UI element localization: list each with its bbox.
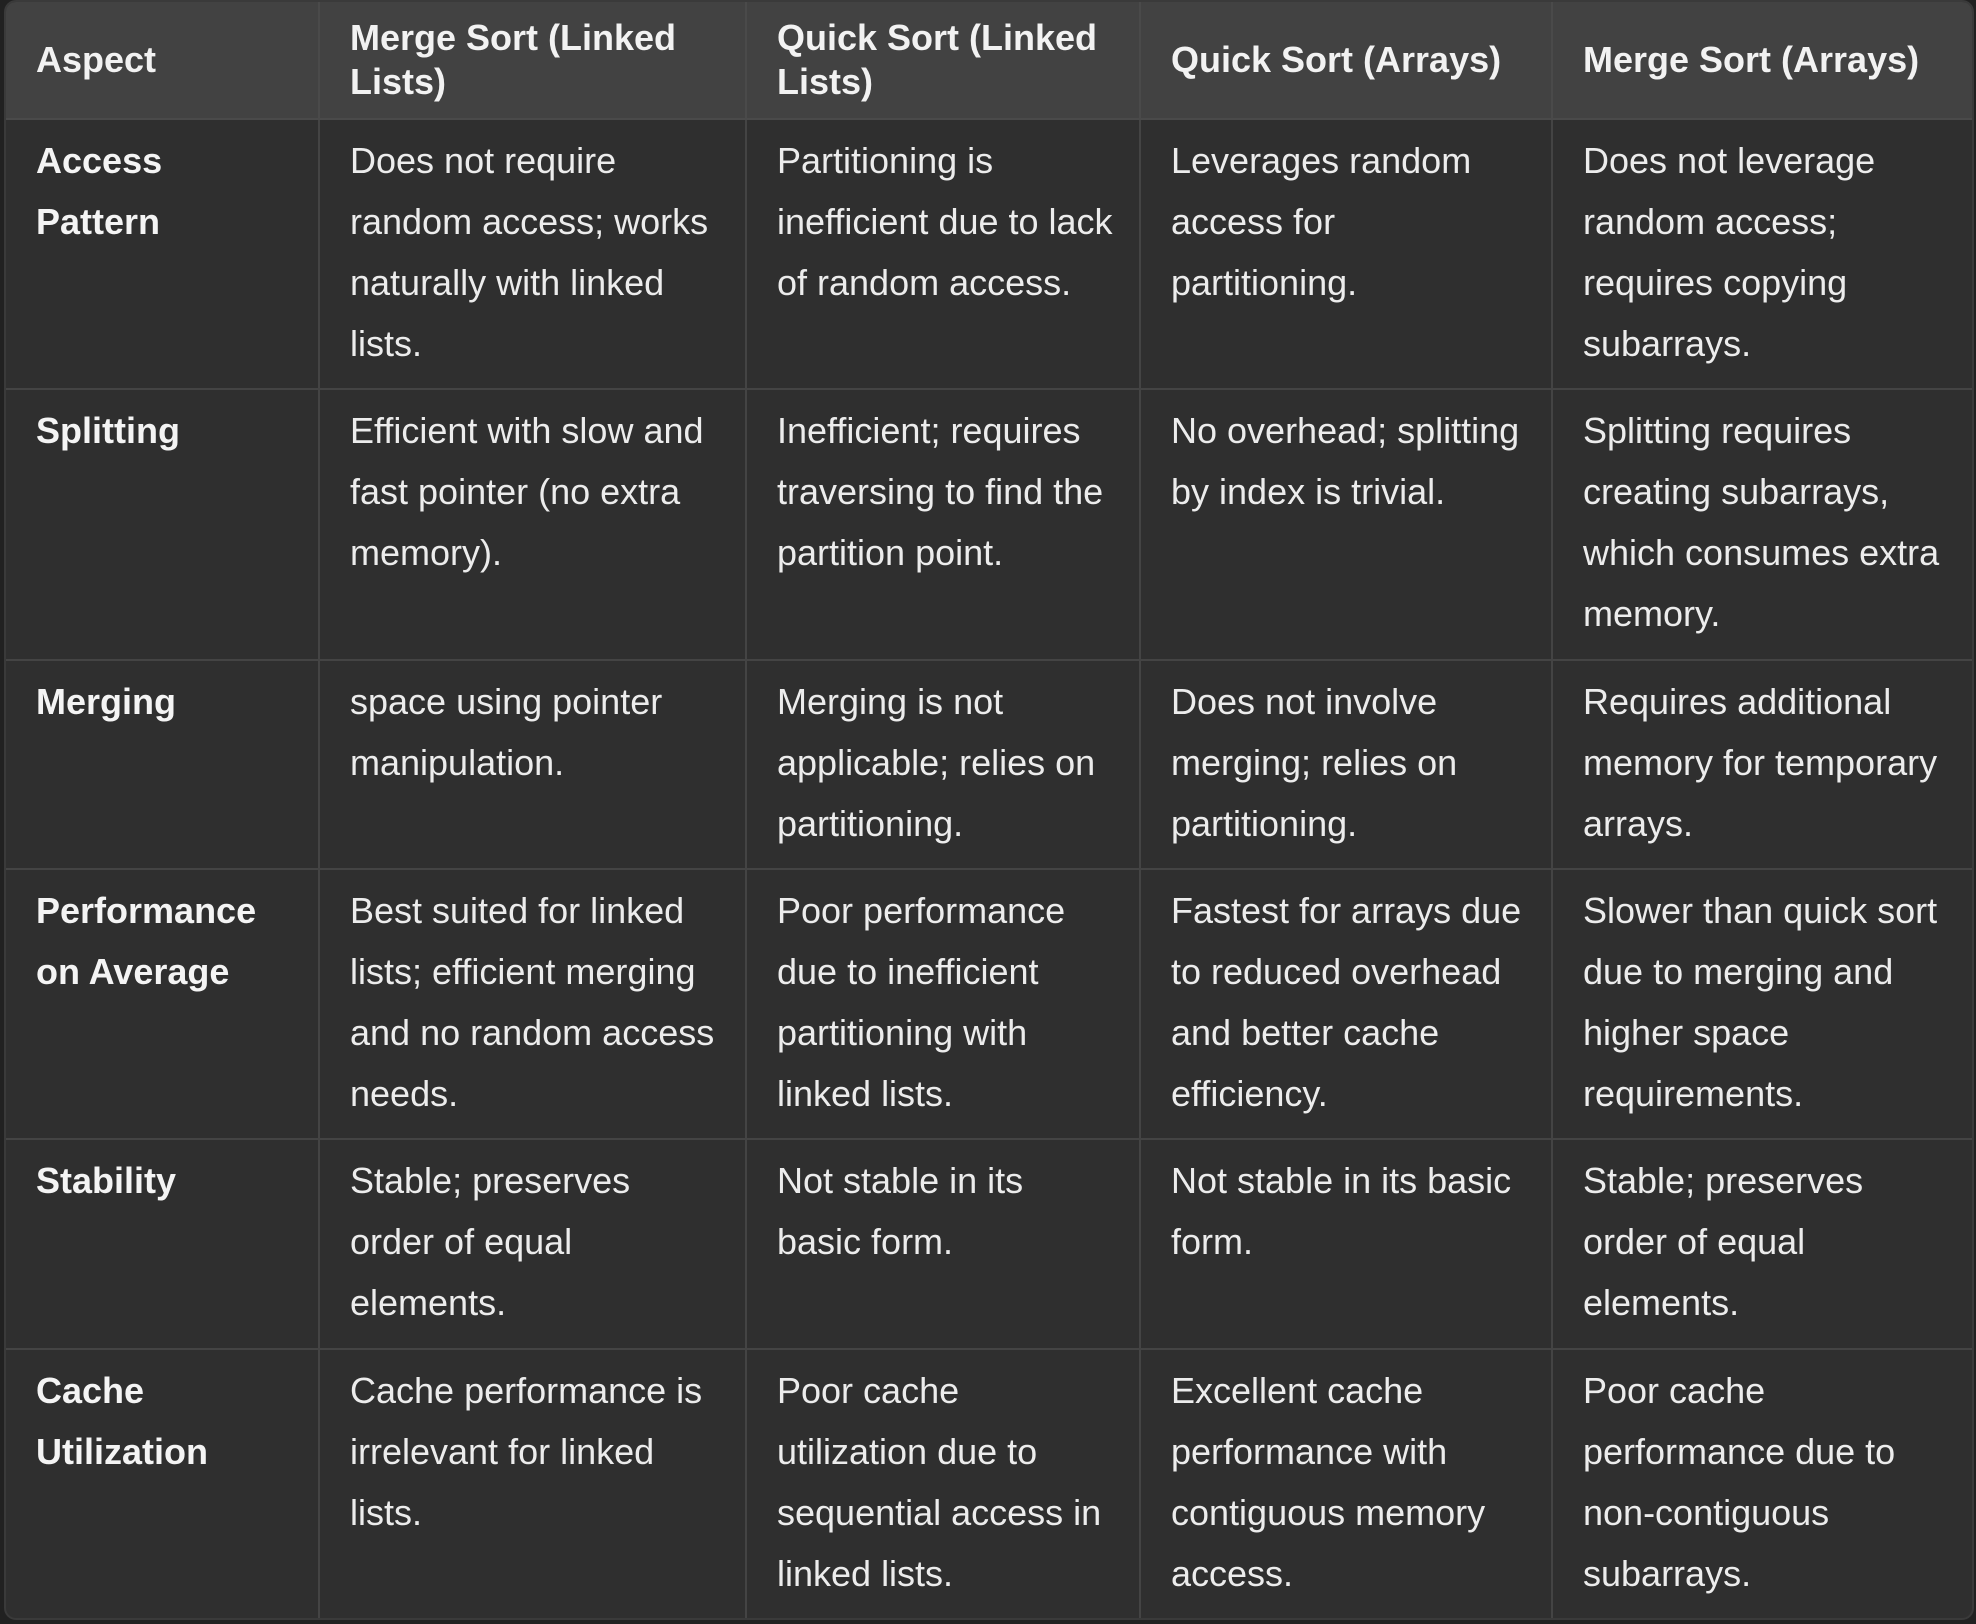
header-merge-sort-linked-lists: Merge Sort (Linked Lists) [319,2,747,120]
comparison-table-container: Aspect Merge Sort (Linked Lists) Quick S… [4,0,1974,1620]
table-cell: Leverages random access for partitioning… [1140,119,1553,391]
table-cell: Stable; preserves order of equal element… [319,1139,747,1350]
table-row: Performance on Average Best suited for l… [6,868,1972,1141]
table-body: Access Pattern Does not require random a… [6,119,1972,1618]
table-row: Merging space using pointer manipulation… [6,659,1972,870]
header-row: Aspect Merge Sort (Linked Lists) Quick S… [6,2,1972,120]
table-cell: Splitting requires creating subarrays, w… [1552,389,1972,661]
table-cell: Requires additional memory for temporary… [1552,659,1972,870]
table-cell: Slower than quick sort due to merging an… [1552,868,1972,1141]
table-cell: Efficient with slow and fast pointer (no… [319,389,747,661]
comparison-table: Aspect Merge Sort (Linked Lists) Quick S… [6,2,1972,1618]
row-label-splitting: Splitting [6,389,320,661]
table-cell: Excellent cache performance with contigu… [1140,1348,1553,1618]
table-cell: Poor cache performance due to non-contig… [1583,1369,1896,1594]
table-cell: Not stable in its basic form. [746,1139,1141,1350]
table-row: Stability Stable; preserves order of equ… [6,1139,1972,1350]
row-label-performance-on-average: Performance on Average [6,868,320,1141]
row-label-merging: Merging [6,659,320,870]
table-cell: Does not require random access; works na… [319,119,747,391]
row-label-access-pattern: Access Pattern [6,119,320,391]
header-quick-sort-linked-lists: Quick Sort (Linked Lists) [746,2,1141,120]
table-cell: Stable; preserves order of equal element… [1552,1139,1972,1350]
table-cell: Poor performance due to inefficient part… [746,868,1141,1141]
header-merge-sort-arrays: Merge Sort (Arrays) [1552,2,1972,120]
table-header: Aspect Merge Sort (Linked Lists) Quick S… [6,2,1972,120]
table-row: Access Pattern Does not require random a… [6,119,1972,391]
table-cell: Poor cache utilization due to sequential… [746,1348,1141,1618]
table-cell: Cache performance is irrelevant for link… [319,1348,747,1618]
header-aspect: Aspect [6,2,320,120]
table-cell: Merging is not applicable; relies on par… [746,659,1141,870]
table-cell: Does not involve merging; relies on part… [1140,659,1553,870]
table-cell: space using pointer manipulation. [319,659,747,870]
row-label-stability: Stability [6,1139,320,1350]
header-quick-sort-arrays: Quick Sort (Arrays) [1140,2,1553,120]
row-label-cache-utilization: Cache Utilization [6,1348,320,1618]
table-cell: Partitioning is inefficient due to lack … [746,119,1141,391]
table-row: Splitting Efficient with slow and fast p… [6,389,1972,661]
table-cell: Fastest for arrays due to reduced overhe… [1140,868,1553,1141]
table-cell: No overhead; splitting by index is trivi… [1140,389,1553,661]
table-cell: Not stable in its basic form. [1140,1139,1553,1350]
table-cell: Does not leverage random access; require… [1552,119,1972,391]
table-cell: Best suited for linked lists; efficient … [319,868,747,1141]
table-row: Cache Utilization Cache performance is i… [6,1348,1972,1618]
table-cell: Inefficient; requires traversing to find… [746,389,1141,661]
